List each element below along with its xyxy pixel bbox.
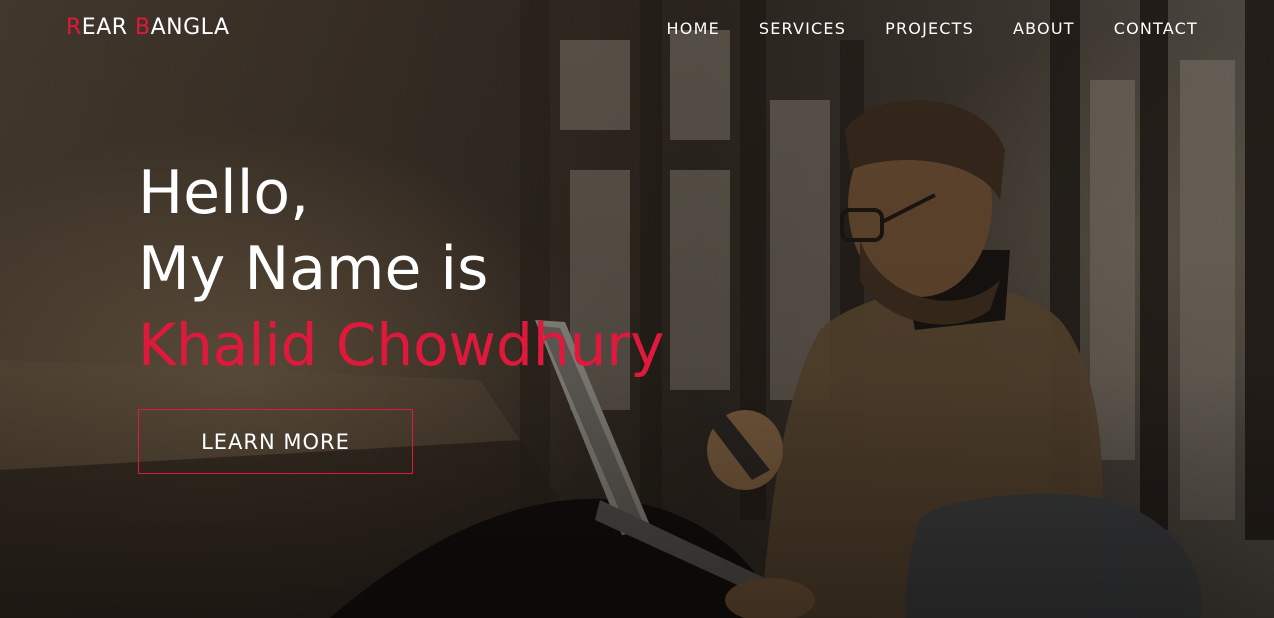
hero-heading: Hello, My Name is Khalid Chowdhury [138, 155, 665, 383]
logo-letter-b: B [135, 15, 151, 40]
navbar: REAR BANGLA HOME SERVICES PROJECTS ABOUT… [0, 0, 1274, 60]
hero-name: Khalid Chowdhury [138, 311, 665, 379]
nav-item-home[interactable]: HOME [667, 19, 720, 38]
logo-letter-r: R [66, 15, 82, 40]
hero-intro-line: My Name is [138, 234, 489, 304]
nav-item-contact[interactable]: CONTACT [1114, 19, 1198, 38]
logo-text-ear: EAR [81, 15, 136, 40]
nav-item-about[interactable]: ABOUT [1013, 19, 1075, 38]
brand-logo[interactable]: REAR BANGLA [66, 15, 230, 40]
hero-section: REAR BANGLA HOME SERVICES PROJECTS ABOUT… [0, 0, 1274, 618]
hero-greeting-line: Hello, [138, 158, 310, 228]
logo-text-angla: ANGLA [150, 15, 230, 40]
nav-item-projects[interactable]: PROJECTS [885, 19, 974, 38]
nav-menu: HOME SERVICES PROJECTS ABOUT CONTACT [628, 19, 1198, 38]
learn-more-button[interactable]: LEARN MORE [138, 409, 413, 474]
nav-item-services[interactable]: SERVICES [759, 19, 846, 38]
